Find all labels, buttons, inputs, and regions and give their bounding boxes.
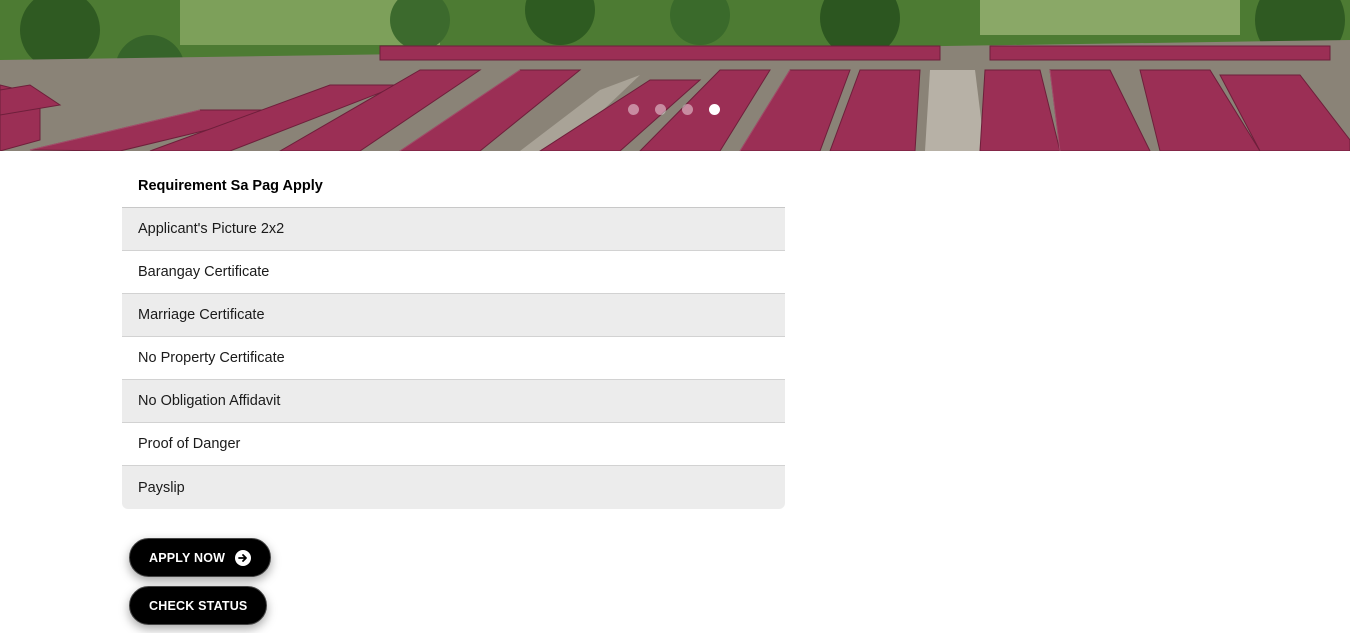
arrow-right-circle-icon [235, 549, 252, 566]
requirement-row: Proof of Danger [122, 423, 785, 466]
carousel-dot-4[interactable] [709, 104, 720, 115]
requirement-row: No Obligation Affidavit [122, 380, 785, 423]
carousel-dot-1[interactable] [628, 104, 639, 115]
requirements-table: Requirement Sa Pag Apply Applicant's Pic… [122, 165, 785, 509]
requirement-row: No Property Certificate [122, 337, 785, 380]
carousel-dot-2[interactable] [655, 104, 666, 115]
requirement-row: Applicant's Picture 2x2 [122, 208, 785, 251]
carousel-dot-3[interactable] [682, 104, 693, 115]
requirement-row: Marriage Certificate [122, 294, 785, 337]
carousel-indicators [628, 104, 720, 115]
requirement-row: Barangay Certificate [122, 251, 785, 294]
requirement-row: Payslip [122, 466, 785, 509]
hero-image [0, 0, 1350, 151]
check-status-button[interactable]: CHECK STATUS [129, 586, 268, 625]
apply-now-button[interactable]: APPLY NOW [129, 538, 272, 577]
requirements-heading: Requirement Sa Pag Apply [122, 165, 785, 208]
hero-banner [0, 0, 1350, 151]
apply-now-label: APPLY NOW [149, 550, 226, 565]
check-status-label: CHECK STATUS [149, 598, 248, 613]
